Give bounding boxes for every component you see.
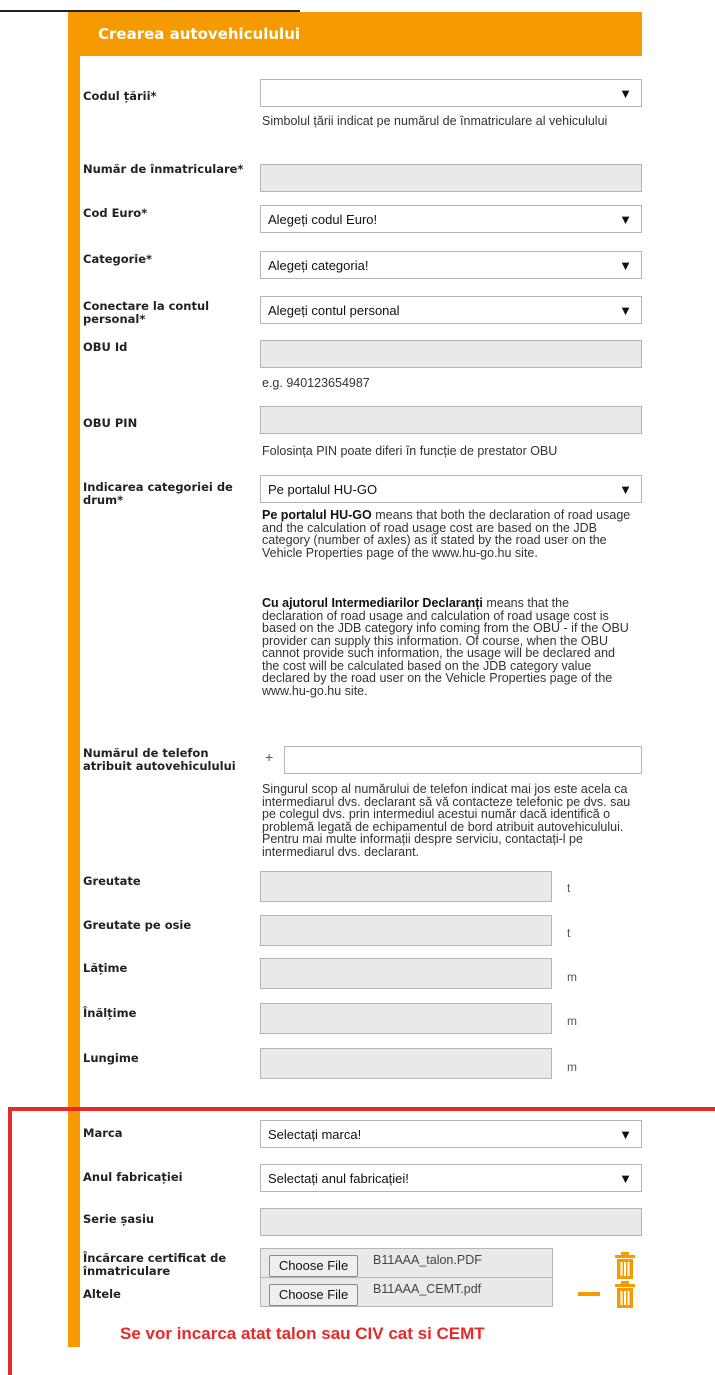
brand-value: Selectați marca! [268, 1127, 362, 1142]
triangle-down-icon: ▼ [619, 86, 632, 101]
axle-weight-label: Greutate pe osie [83, 918, 192, 932]
road-category-help-1: Pe portalul HU-GO means that both the de… [262, 509, 632, 559]
plate-number-field[interactable] [260, 164, 642, 192]
obu-id-field[interactable] [260, 340, 642, 368]
euro-code-value: Alegeți codul Euro! [268, 212, 378, 227]
obu-id-label: OBU Id [83, 340, 128, 354]
country-code-label: Codul țării* [83, 89, 157, 103]
trash-icon[interactable] [613, 1280, 637, 1310]
brand-label: Marca [83, 1126, 123, 1140]
height-field[interactable] [260, 1003, 552, 1034]
panel-accent-bar [68, 56, 80, 1347]
weight-label: Greutate [83, 874, 141, 888]
width-field[interactable] [260, 958, 552, 989]
axle-weight-unit: t [567, 926, 571, 940]
trash-icon[interactable] [613, 1251, 637, 1281]
length-label: Lungime [83, 1051, 139, 1065]
other-choose-button[interactable]: Choose File [269, 1284, 358, 1306]
road-category-help-2: Cu ajutorul Intermediarilor Declaranți m… [262, 597, 632, 697]
triangle-down-icon: ▼ [619, 482, 632, 497]
year-select[interactable]: Selectați anul fabricației! ▼ [260, 1164, 642, 1192]
other-upload: Choose File B11AAA_CEMT.pdf [260, 1277, 553, 1307]
triangle-down-icon: ▼ [619, 258, 632, 273]
road-category-label: Indicarea categoriei de drum* [83, 480, 233, 507]
panel-title: Crearea autovehiculului [68, 12, 642, 56]
phone-field[interactable] [284, 746, 642, 774]
width-label: Lățime [83, 961, 128, 975]
weight-field[interactable] [260, 871, 552, 902]
phone-label: Numărul de telefon atribuit autovehiculu… [83, 746, 236, 773]
personal-account-value: Alegeți contul personal [268, 303, 400, 318]
height-label: Înălțime [83, 1006, 137, 1020]
weight-unit: t [567, 881, 571, 895]
annotation-box-left [8, 1107, 12, 1375]
chassis-field[interactable] [260, 1208, 642, 1236]
length-field[interactable] [260, 1048, 552, 1079]
registration-cert-filename: B11AAA_talon.PDF [373, 1253, 482, 1267]
personal-account-select[interactable]: Alegeți contul personal ▼ [260, 296, 642, 324]
annotation-note: Se vor incarca atat talon sau CIV cat si… [120, 1324, 485, 1343]
road-category-value: Pe portalul HU-GO [268, 482, 378, 497]
triangle-down-icon: ▼ [619, 212, 632, 227]
width-unit: m [567, 970, 577, 984]
chassis-label: Serie șasiu [83, 1212, 155, 1226]
obu-pin-label: OBU PIN [83, 416, 138, 430]
height-unit: m [567, 1014, 577, 1028]
triangle-down-icon: ▼ [619, 1171, 632, 1186]
personal-account-label: Conectare la contul personal* [83, 299, 210, 326]
triangle-down-icon: ▼ [619, 1127, 632, 1142]
country-code-help: Simbolul țării indicat pe numărul de înm… [262, 114, 608, 128]
registration-cert-label: Încărcare certificat de înmatriculare [83, 1251, 227, 1278]
obu-pin-field[interactable] [260, 406, 642, 434]
plate-number-label: Număr de înmatriculare* [83, 162, 244, 176]
other-label: Altele [83, 1287, 121, 1301]
year-value: Selectați anul fabricației! [268, 1171, 409, 1186]
annotation-box-top [8, 1107, 715, 1111]
euro-code-select[interactable]: Alegeți codul Euro! ▼ [260, 205, 642, 233]
other-filename: B11AAA_CEMT.pdf [373, 1282, 482, 1296]
obu-id-help: e.g. 940123654987 [262, 376, 370, 390]
obu-pin-help: Folosința PIN poate diferi în funcție de… [262, 444, 558, 458]
country-code-select[interactable]: ▼ [260, 79, 642, 107]
top-underline-link[interactable] [0, 0, 300, 12]
registration-cert-upload: Choose File B11AAA_talon.PDF [260, 1248, 553, 1278]
road-category-help-2-text: means that the declaration of road usage… [262, 596, 629, 698]
road-category-select[interactable]: Pe portalul HU-GO ▼ [260, 475, 642, 503]
minus-icon[interactable] [578, 1292, 600, 1296]
registration-cert-choose-button[interactable]: Choose File [269, 1255, 358, 1277]
phone-prefix: + [265, 749, 274, 765]
category-label: Categorie* [83, 252, 153, 266]
triangle-down-icon: ▼ [619, 303, 632, 318]
length-unit: m [567, 1060, 577, 1074]
category-value: Alegeți categoria! [268, 258, 369, 273]
category-select[interactable]: Alegeți categoria! ▼ [260, 251, 642, 279]
axle-weight-field[interactable] [260, 915, 552, 946]
phone-help: Singurul scop al numărului de telefon in… [262, 782, 631, 859]
euro-code-label: Cod Euro* [83, 206, 148, 220]
brand-select[interactable]: Selectați marca! ▼ [260, 1120, 642, 1148]
year-label: Anul fabricației [83, 1170, 183, 1184]
